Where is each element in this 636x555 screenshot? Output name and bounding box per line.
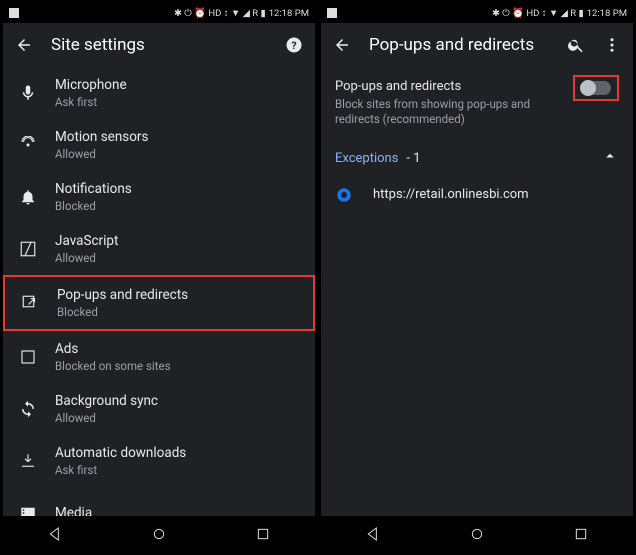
exceptions-label: Exceptions <box>335 151 398 166</box>
nav-recent-icon[interactable] <box>255 526 271 542</box>
page-title: Site settings <box>51 35 267 55</box>
bell-icon <box>19 188 37 206</box>
setting-label: Ads <box>55 341 171 357</box>
setting-row-ads[interactable]: Ads Blocked on some sites <box>3 331 315 383</box>
popups-redirects-screen: ✱ ⏻ ⏰ HD ↕ ▼ ◢ R ▮ 12:18 PM Pop-ups and … <box>321 3 633 552</box>
mic-icon <box>19 84 37 102</box>
setting-description: Block sites from showing pop-ups and red… <box>335 97 563 127</box>
setting-row-popup[interactable]: Pop-ups and redirects Blocked <box>3 275 315 331</box>
status-indicators: ✱ ⏻ ⏰ HD ↕ ▼ ◢ R ▮ <box>492 8 584 19</box>
toggle-highlight <box>573 75 619 101</box>
exceptions-header[interactable]: Exceptions - 1 <box>321 137 633 176</box>
setting-label: Motion sensors <box>55 129 148 145</box>
more-icon[interactable] <box>603 36 621 54</box>
sync-icon <box>19 400 37 418</box>
setting-label: Notifications <box>55 181 132 197</box>
setting-title: Pop-ups and redirects <box>335 79 563 94</box>
setting-row-media[interactable]: Media <box>3 487 315 516</box>
status-bar: ✱ ⏻ ⏰ HD ↕ ▼ ◢ R ▮ 12:18 PM <box>3 3 315 23</box>
setting-label: Pop-ups and redirects <box>57 287 188 303</box>
setting-status: Ask first <box>55 463 186 477</box>
site-settings-screen: ✱ ⏻ ⏰ HD ↕ ▼ ◢ R ▮ 12:18 PM Site setting… <box>3 3 315 552</box>
help-icon[interactable]: ? <box>285 36 303 54</box>
nav-back-icon[interactable] <box>47 526 63 542</box>
setting-row-sensors[interactable]: Motion sensors Allowed <box>3 119 315 171</box>
setting-row-js[interactable]: JavaScript Allowed <box>3 223 315 275</box>
sensors-icon <box>19 136 37 154</box>
nav-recent-icon[interactable] <box>573 526 589 542</box>
media-icon <box>19 504 37 516</box>
setting-status: Allowed <box>55 147 148 161</box>
js-icon <box>19 240 37 258</box>
status-indicators: ✱ ⏻ ⏰ HD ↕ ▼ ◢ R ▮ <box>174 8 266 19</box>
ads-icon <box>19 348 37 366</box>
setting-status: Ask first <box>55 95 127 109</box>
page-title: Pop-ups and redirects <box>369 35 549 55</box>
status-bar: ✱ ⏻ ⏰ HD ↕ ▼ ◢ R ▮ 12:18 PM <box>321 3 633 23</box>
setting-status: Blocked <box>55 199 132 213</box>
setting-label: Media <box>55 505 92 516</box>
setting-row-mic[interactable]: Microphone Ask first <box>3 67 315 119</box>
exception-row[interactable]: https://retail.onlinesbi.com <box>321 176 633 214</box>
setting-label: Automatic downloads <box>55 445 186 461</box>
nav-bar <box>321 516 633 552</box>
settings-list: Microphone Ask first Motion sensors Allowed… <box>3 67 315 516</box>
exceptions-count: - 1 <box>406 151 420 166</box>
setting-row-bell[interactable]: Notifications Blocked <box>3 171 315 223</box>
setting-status: Blocked on some sites <box>55 359 171 373</box>
back-icon[interactable] <box>15 36 33 54</box>
popup-toggle-row[interactable]: Pop-ups and redirects Block sites from s… <box>321 67 633 137</box>
exception-url: https://retail.onlinesbi.com <box>373 187 529 202</box>
app-icon <box>327 8 337 18</box>
chevron-up-icon <box>601 147 619 165</box>
site-icon <box>335 186 353 204</box>
nav-home-icon[interactable] <box>151 526 167 542</box>
app-icon <box>9 8 19 18</box>
toggle-switch[interactable] <box>581 81 611 95</box>
search-icon[interactable] <box>567 36 585 54</box>
setting-row-sync[interactable]: Background sync Allowed <box>3 383 315 435</box>
nav-home-icon[interactable] <box>469 526 485 542</box>
setting-status: Blocked <box>57 305 188 319</box>
back-icon[interactable] <box>333 36 351 54</box>
status-time: 12:18 PM <box>587 8 627 19</box>
nav-bar <box>3 516 315 552</box>
svg-text:?: ? <box>291 39 296 52</box>
popup-icon <box>21 294 39 312</box>
app-bar: Pop-ups and redirects <box>321 23 633 67</box>
setting-label: JavaScript <box>55 233 118 249</box>
download-icon <box>19 452 37 470</box>
status-time: 12:18 PM <box>269 8 309 19</box>
nav-back-icon[interactable] <box>365 526 381 542</box>
setting-status: Allowed <box>55 251 118 265</box>
setting-status: Allowed <box>55 411 158 425</box>
setting-row-download[interactable]: Automatic downloads Ask first <box>3 435 315 487</box>
app-bar: Site settings ? <box>3 23 315 67</box>
setting-label: Background sync <box>55 393 158 409</box>
setting-label: Microphone <box>55 77 127 93</box>
